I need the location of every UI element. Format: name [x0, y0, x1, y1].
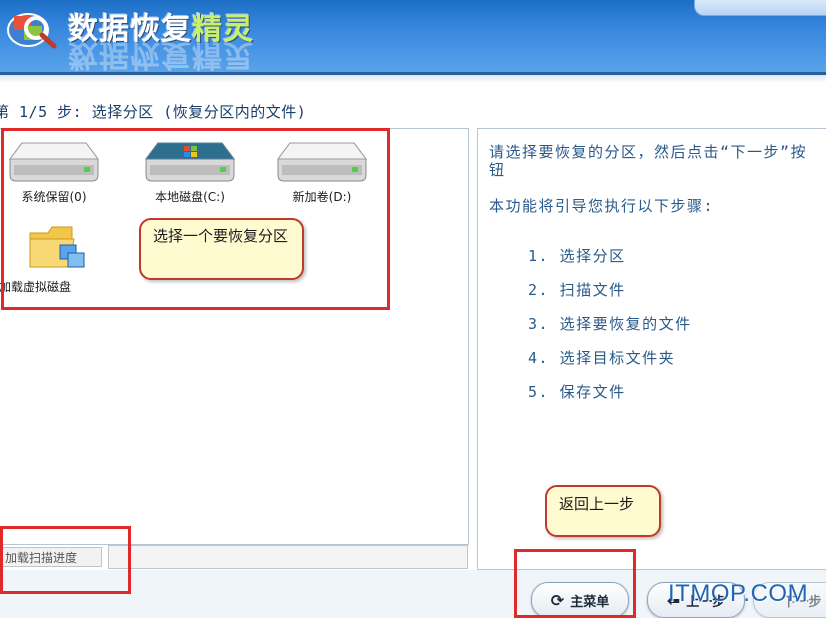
header-window-controls[interactable]: [694, 0, 826, 16]
instructions-step-list: 1. 选择分区 2. 扫描文件 3. 选择要恢复的文件 4. 选择目标文件夹 5…: [528, 245, 692, 415]
instructions-description: 本功能将引导您执行以下步骤:: [489, 197, 715, 215]
app-header: 数据恢复精灵 数据恢复精灵: [0, 0, 826, 72]
main-menu-highlight-box: [514, 549, 636, 618]
callout-select-partition: 选择一个要恢复分区: [139, 218, 304, 280]
callout-go-back: 返回上一步: [545, 485, 661, 537]
step-title: 第 1/5 步: 选择分区 (恢复分区内的文件): [0, 103, 307, 121]
instructions-intro: 请选择要恢复的分区，然后点击“下一步”按钮: [489, 143, 808, 179]
list-item: 4. 选择目标文件夹: [528, 349, 676, 367]
app-title-reflection: 数据恢复精灵: [68, 37, 254, 72]
list-item: 5. 保存文件: [528, 383, 626, 401]
header-shadow: [0, 75, 826, 83]
progress-bar: [108, 545, 468, 569]
site-watermark: ITMOP.COM: [668, 580, 809, 607]
list-item: 1. 选择分区: [528, 247, 626, 265]
list-item: 3. 选择要恢复的文件: [528, 315, 692, 333]
list-item: 2. 扫描文件: [528, 281, 626, 299]
app-logo-icon: [7, 13, 57, 49]
progress-highlight-box: [0, 526, 131, 594]
